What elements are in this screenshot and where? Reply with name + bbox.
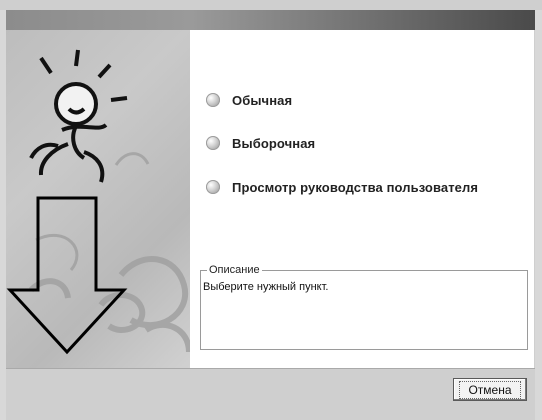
artwork-illustration [6, 49, 190, 355]
option-bullet-icon [206, 136, 220, 150]
cancel-button-label: Отмена [459, 380, 521, 399]
title-bar[interactable] [6, 10, 535, 30]
description-text: Выберите нужный пункт. [203, 281, 329, 293]
content-panel: Обычная Выборочная Просмотр руководства … [190, 30, 534, 368]
option-label: Просмотр руководства пользователя [232, 179, 479, 195]
option-bullet-icon [206, 180, 220, 194]
option-label: Выборочная [232, 135, 316, 151]
window-frame-right [535, 10, 542, 420]
side-artwork [6, 30, 190, 368]
mascot-figure-icon [29, 82, 108, 183]
option-standard[interactable]: Обычная [206, 90, 292, 110]
option-view-user-guide[interactable]: Просмотр руководства пользователя [206, 177, 478, 197]
option-bullet-icon [206, 93, 220, 107]
cancel-button[interactable]: Отмена [453, 378, 527, 401]
option-label: Обычная [232, 92, 293, 108]
footer-bar: Отмена [6, 368, 535, 420]
description-legend: Описание [207, 264, 262, 276]
option-custom[interactable]: Выборочная [206, 133, 315, 153]
description-groupbox: Описание Выберите нужный пункт. [200, 264, 528, 350]
installer-window: Обычная Выборочная Просмотр руководства … [0, 0, 542, 420]
down-arrow-icon [6, 196, 128, 355]
